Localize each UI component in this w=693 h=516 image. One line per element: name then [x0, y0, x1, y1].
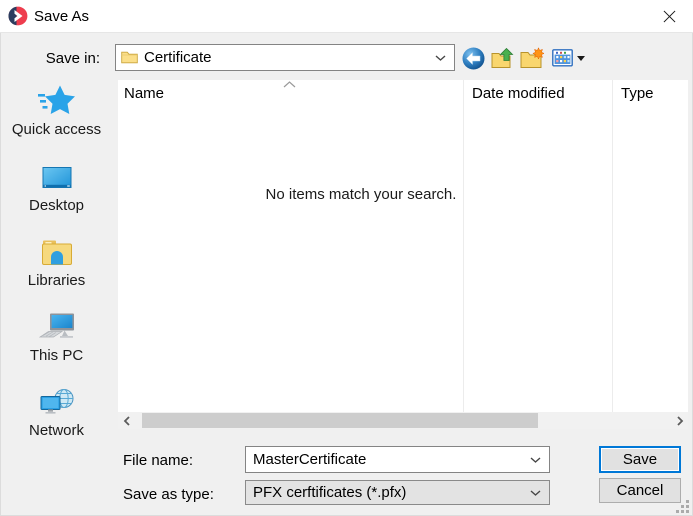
save-as-dialog: Save As Save in: Certificate: [0, 0, 693, 516]
cancel-button[interactable]: Cancel: [599, 478, 681, 503]
sidebar-item-label: Desktop: [29, 197, 84, 214]
back-button[interactable]: [460, 45, 487, 71]
scroll-left-icon[interactable]: [118, 412, 135, 429]
new-folder-button[interactable]: [518, 45, 545, 71]
libraries-icon: [40, 233, 74, 267]
sidebar-item-label: Libraries: [28, 272, 86, 289]
file-name-combobox[interactable]: [245, 446, 550, 473]
window-title: Save As: [34, 0, 89, 33]
desktop-icon: [40, 158, 74, 192]
column-divider[interactable]: [612, 80, 613, 412]
sort-ascending-icon: [283, 81, 296, 88]
folder-icon: [121, 51, 138, 64]
horizontal-scrollbar[interactable]: [118, 412, 688, 429]
column-divider[interactable]: [463, 80, 464, 412]
save-in-dropdown[interactable]: Certificate: [115, 44, 455, 71]
file-name-input[interactable]: [246, 447, 522, 472]
network-icon: [39, 383, 75, 417]
title-bar: Save As: [0, 0, 693, 33]
sidebar-item-label: Quick access: [12, 121, 101, 138]
chevron-down-icon: [522, 490, 549, 496]
scrollbar-thumb[interactable]: [142, 413, 538, 428]
view-menu-button[interactable]: [548, 45, 588, 71]
sidebar-item-label: This PC: [30, 347, 83, 364]
save-button[interactable]: Save: [599, 446, 681, 473]
empty-list-message: No items match your search.: [118, 186, 604, 203]
file-name-label: File name:: [123, 452, 193, 469]
app-logo-icon: [8, 6, 28, 26]
current-folder-name: Certificate: [144, 49, 212, 66]
chevron-down-icon: [427, 55, 454, 61]
save-as-type-value: PFX cerftificates (*.pfx): [253, 484, 406, 501]
save-as-type-label: Save as type:: [123, 486, 214, 503]
sidebar-item-desktop[interactable]: Desktop: [0, 158, 113, 214]
resize-grip-icon[interactable]: [676, 500, 689, 513]
close-button[interactable]: [656, 4, 682, 29]
column-header-name[interactable]: Name: [124, 85, 164, 102]
up-one-level-button[interactable]: [489, 45, 516, 71]
this-pc-icon: [39, 308, 75, 342]
chevron-down-icon[interactable]: [522, 457, 549, 463]
sidebar-item-label: Network: [29, 422, 84, 439]
file-list[interactable]: Name Date modified Type No items match y…: [118, 80, 688, 412]
new-folder-icon: [520, 47, 544, 69]
quick-access-icon: [38, 82, 76, 116]
places-sidebar: Quick access Desktop: [0, 78, 113, 516]
sidebar-item-this-pc[interactable]: This PC: [0, 308, 113, 364]
save-in-label: Save in:: [28, 50, 100, 67]
back-icon: [462, 47, 485, 70]
up-one-level-icon: [491, 47, 515, 69]
save-as-type-dropdown[interactable]: PFX cerftificates (*.pfx): [245, 480, 550, 505]
sidebar-item-libraries[interactable]: Libraries: [0, 233, 113, 289]
column-header-type[interactable]: Type: [621, 85, 654, 102]
view-menu-icon: [552, 49, 573, 67]
sidebar-item-quick-access[interactable]: Quick access: [0, 82, 113, 138]
column-header-date-modified[interactable]: Date modified: [472, 85, 565, 102]
scroll-right-icon[interactable]: [671, 412, 688, 429]
sidebar-item-network[interactable]: Network: [0, 383, 113, 439]
close-icon: [663, 10, 676, 23]
dropdown-arrow-icon: [577, 56, 585, 61]
